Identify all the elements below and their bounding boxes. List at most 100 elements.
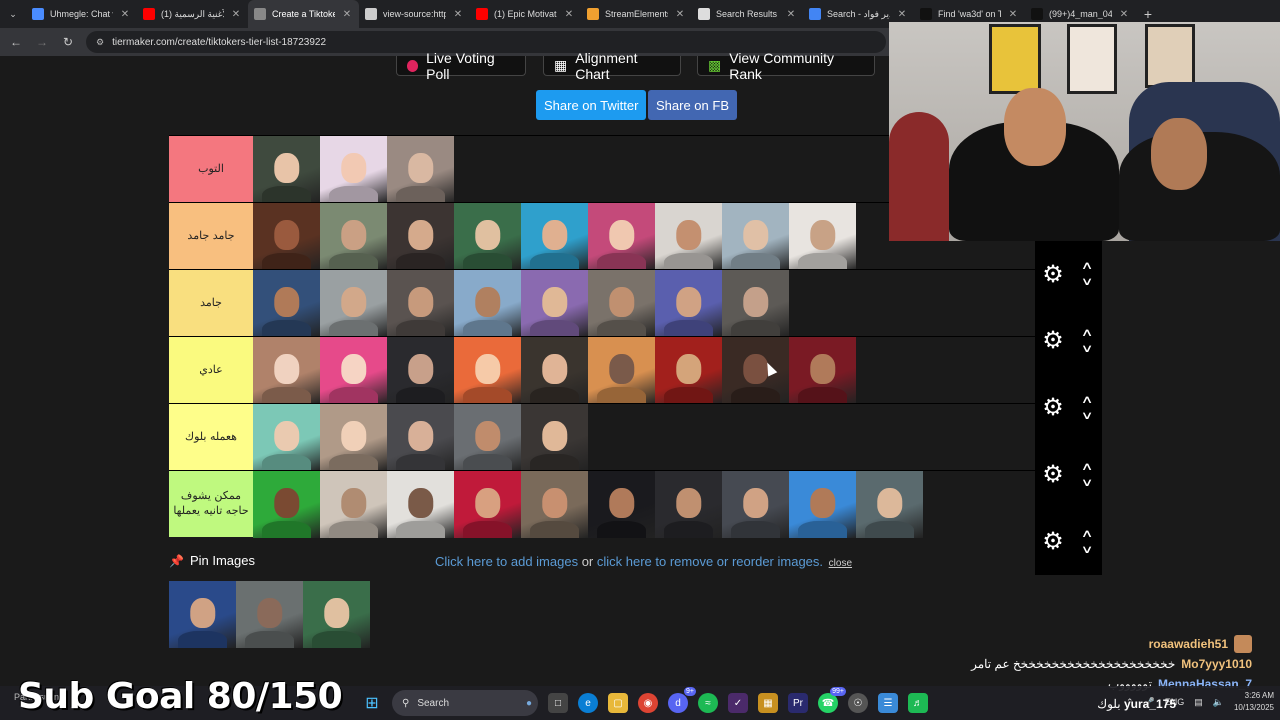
task-view-icon[interactable]: □ xyxy=(548,693,568,713)
tier-image[interactable] xyxy=(521,203,588,270)
browser-tab[interactable]: Create a Tiktoker ✕ xyxy=(248,0,359,28)
browser-tab[interactable]: (1) الأغنية الرسمية ✕ xyxy=(137,0,248,28)
tier-label[interactable]: التوب xyxy=(169,136,253,202)
tier-image[interactable] xyxy=(253,270,320,337)
gear-icon[interactable]: ⚙ xyxy=(1037,393,1069,422)
tier-image[interactable] xyxy=(655,471,722,538)
tier-label[interactable]: ممكن يشوف حاجه تانيه يعملها xyxy=(169,471,253,537)
tier-image[interactable] xyxy=(722,471,789,538)
chrome-icon[interactable]: ◉ xyxy=(638,693,658,713)
tier-image[interactable] xyxy=(387,203,454,270)
taskbar-search[interactable]: ⚲ Search ● xyxy=(392,690,538,716)
tab-close-icon[interactable]: ✕ xyxy=(785,9,797,20)
tier-image[interactable] xyxy=(655,337,722,404)
windows-start-icon[interactable]: ⊞ xyxy=(362,693,382,713)
capcut-icon[interactable]: ✓ xyxy=(728,693,748,713)
document-app-icon[interactable]: ▦ xyxy=(758,693,778,713)
tier-image[interactable] xyxy=(387,404,454,471)
tier-image[interactable] xyxy=(387,136,454,203)
add-images-link[interactable]: Click here to add images xyxy=(435,554,578,569)
tier-image[interactable] xyxy=(588,471,655,538)
chevron-up-icon[interactable]: ∧ xyxy=(1081,461,1094,472)
chevron-up-icon[interactable]: ∧ xyxy=(1081,327,1094,338)
spotify-active-icon[interactable]: ♬ xyxy=(908,693,928,713)
tier-image[interactable] xyxy=(253,471,320,538)
network-icon[interactable]: ▤ xyxy=(1194,697,1203,708)
tier-image[interactable] xyxy=(588,203,655,270)
tier-image[interactable] xyxy=(521,404,588,471)
tier-label[interactable]: عادي xyxy=(169,337,253,403)
tier-image[interactable] xyxy=(387,337,454,404)
chevron-down-icon[interactable]: ∨ xyxy=(1081,410,1094,421)
tier-image[interactable] xyxy=(320,337,387,404)
tier-image[interactable] xyxy=(253,404,320,471)
tier-image[interactable] xyxy=(789,471,856,538)
tier-image[interactable] xyxy=(169,581,236,648)
chevron-down-icon[interactable]: ∨ xyxy=(1081,477,1094,488)
premiere-pro-icon[interactable]: Pr xyxy=(788,693,808,713)
chevron-up-icon[interactable]: ∧ xyxy=(1081,528,1094,539)
gear-icon[interactable]: ⚙ xyxy=(1037,260,1069,289)
tier-image[interactable] xyxy=(454,203,521,270)
back-arrow-icon[interactable]: ← xyxy=(8,35,24,49)
tab-list-chevron-icon[interactable]: ⌄ xyxy=(0,0,26,28)
tab-close-icon[interactable]: ✕ xyxy=(674,9,686,20)
whatsapp-icon[interactable]: ☎ 99+ xyxy=(818,687,846,713)
tier-image[interactable] xyxy=(253,136,320,203)
volume-icon[interactable]: 🔈 xyxy=(1213,697,1224,708)
remove-reorder-images-link[interactable]: click here to remove or reorder images. xyxy=(597,554,823,569)
clock[interactable]: 3:26 AM 10/13/2025 xyxy=(1234,690,1274,714)
alignment-chart-button[interactable]: ▦ Alignment Chart xyxy=(543,50,681,82)
new-tab-plus-icon[interactable]: + xyxy=(1136,6,1160,22)
tier-image[interactable] xyxy=(454,270,521,337)
browser-tab[interactable]: Search Results fo ✕ xyxy=(692,0,803,28)
tier-image[interactable] xyxy=(655,203,722,270)
share-on-fb-button[interactable]: Share on FB xyxy=(648,90,737,120)
tab-close-icon[interactable]: ✕ xyxy=(1007,9,1019,20)
file-explorer-icon[interactable]: ▢ xyxy=(608,693,628,713)
obs-icon[interactable]: ☉ xyxy=(848,693,868,713)
tier-image[interactable] xyxy=(588,337,655,404)
browser-tab[interactable]: StreamElements | ✕ xyxy=(581,0,692,28)
tier-image[interactable] xyxy=(722,203,789,270)
tier-image[interactable] xyxy=(387,471,454,538)
gear-icon[interactable]: ⚙ xyxy=(1037,326,1069,355)
share-on-twitter-button[interactable]: Share on Twitter xyxy=(536,90,647,120)
tier-image[interactable] xyxy=(521,471,588,538)
reload-icon[interactable]: ↻ xyxy=(60,35,76,49)
gear-icon[interactable]: ⚙ xyxy=(1037,527,1069,556)
tier-image[interactable] xyxy=(320,404,387,471)
tier-image[interactable] xyxy=(655,270,722,337)
live-voting-poll-button[interactable]: Live Voting Poll xyxy=(396,50,526,82)
chevron-down-icon[interactable]: ∨ xyxy=(1081,277,1094,288)
tier-image[interactable] xyxy=(253,203,320,270)
tier-image[interactable] xyxy=(454,404,521,471)
tab-close-icon[interactable]: ✕ xyxy=(1118,9,1130,20)
tier-image[interactable] xyxy=(320,471,387,538)
forward-arrow-icon[interactable]: → xyxy=(34,35,50,49)
edge-icon[interactable]: e xyxy=(578,693,598,713)
view-community-rank-button[interactable]: ▩ View Community Rank xyxy=(697,50,875,82)
spotify-icon[interactable]: ≈ xyxy=(698,693,718,713)
chevron-up-icon[interactable]: ∧ xyxy=(1081,261,1094,272)
tab-close-icon[interactable]: ✕ xyxy=(119,9,131,20)
tier-image[interactable] xyxy=(722,270,789,337)
close-link[interactable]: close xyxy=(829,558,852,569)
tier-label[interactable]: جامد جامد xyxy=(169,203,253,269)
browser-tab[interactable]: Uhmegle: Chat wi ✕ xyxy=(26,0,137,28)
tier-image[interactable] xyxy=(236,581,303,648)
tier-image[interactable] xyxy=(454,337,521,404)
tab-close-icon[interactable]: ✕ xyxy=(341,9,353,20)
gear-icon[interactable]: ⚙ xyxy=(1037,460,1069,489)
tier-image[interactable] xyxy=(387,270,454,337)
browser-tab[interactable]: view-source:https ✕ xyxy=(359,0,470,28)
site-info-icon[interactable]: ⚙ xyxy=(96,37,104,48)
chevron-up-icon[interactable]: ∧ xyxy=(1081,394,1094,405)
discord-icon[interactable]: d 9+ xyxy=(668,687,696,713)
tier-image[interactable] xyxy=(588,270,655,337)
tier-image[interactable] xyxy=(303,581,370,648)
tier-image[interactable] xyxy=(253,337,320,404)
tier-image[interactable] xyxy=(454,471,521,538)
browser-tab[interactable]: (1) Epic Motivatio ✕ xyxy=(470,0,581,28)
notepad-icon[interactable]: ☰ xyxy=(878,693,898,713)
